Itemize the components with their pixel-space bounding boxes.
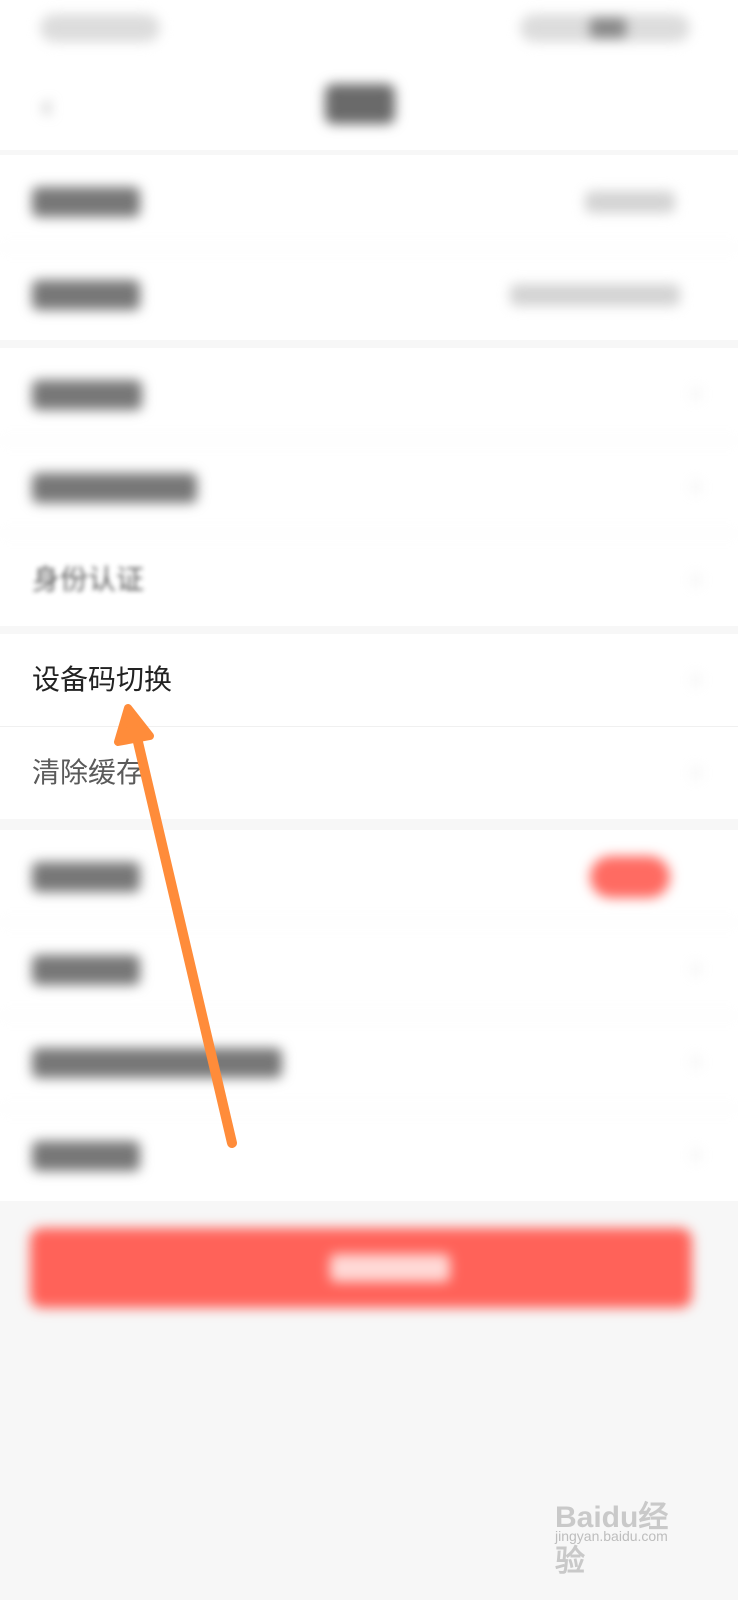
chevron-right-icon: › bbox=[690, 376, 702, 409]
battery-icon bbox=[590, 18, 626, 38]
settings-row-2[interactable] bbox=[0, 248, 738, 340]
chevron-right-icon: › bbox=[690, 755, 702, 788]
settings-row-7[interactable]: › bbox=[0, 1109, 738, 1201]
identity-verification-row[interactable]: 身份认证 › bbox=[0, 534, 738, 626]
clear-cache-label: 清除缓存 bbox=[32, 756, 145, 789]
settings-group-account bbox=[0, 155, 738, 340]
settings-row-toggle[interactable] bbox=[0, 830, 738, 923]
chevron-right-icon: › bbox=[690, 469, 702, 502]
device-code-switch-label: 设备码切换 bbox=[32, 663, 173, 696]
logout-button-label bbox=[330, 1254, 450, 1282]
device-code-switch-row[interactable]: 设备码切换 › bbox=[0, 634, 738, 727]
chevron-right-icon: › bbox=[690, 562, 702, 595]
settings-row-5[interactable]: › bbox=[0, 923, 738, 1016]
chevron-right-icon: › bbox=[690, 662, 702, 695]
settings-row-3[interactable]: › bbox=[0, 348, 738, 441]
nav-header: ‹ bbox=[0, 60, 738, 150]
settings-screen: ‹ › › 身份认证 › 设备码切换 › 清除缓存 › › › › Baidu经… bbox=[0, 0, 738, 1600]
clear-cache-row[interactable]: 清除缓存 › bbox=[0, 727, 738, 819]
settings-row-1[interactable] bbox=[0, 155, 738, 248]
chevron-right-icon: › bbox=[690, 1044, 702, 1077]
settings-group-security: › › 身份认证 › bbox=[0, 348, 738, 626]
settings-row-6[interactable]: › bbox=[0, 1016, 738, 1109]
status-time bbox=[40, 14, 160, 42]
status-bar bbox=[0, 0, 738, 60]
back-arrow-icon[interactable]: ‹ bbox=[40, 90, 54, 124]
identity-verification-label: 身份认证 bbox=[32, 563, 145, 596]
settings-group-other: › › › bbox=[0, 830, 738, 1201]
toggle-switch[interactable] bbox=[590, 856, 670, 898]
chevron-right-icon: › bbox=[690, 951, 702, 984]
baidu-watermark: Baidu经验 jingyan.baidu.com bbox=[555, 1492, 695, 1578]
logout-button[interactable] bbox=[30, 1228, 692, 1308]
settings-row-4[interactable]: › bbox=[0, 441, 738, 534]
page-title bbox=[325, 84, 395, 124]
watermark-url: jingyan.baidu.com bbox=[555, 1528, 668, 1544]
settings-group-device: 设备码切换 › 清除缓存 › bbox=[0, 634, 738, 819]
chevron-right-icon: › bbox=[690, 1137, 702, 1170]
